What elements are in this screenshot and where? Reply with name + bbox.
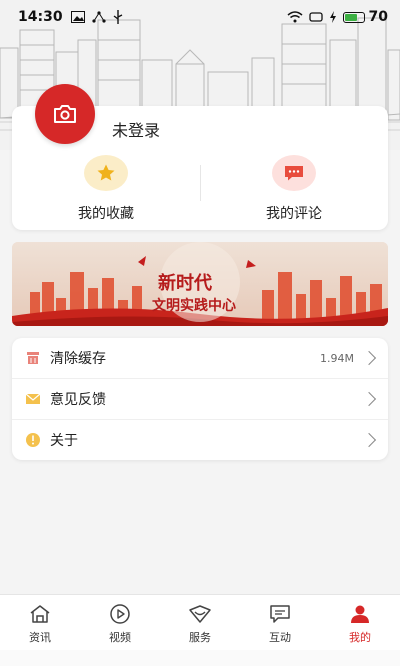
share-icon bbox=[91, 11, 106, 23]
battery-level: 70 bbox=[368, 9, 388, 25]
tab-service-label: 服务 bbox=[189, 630, 211, 644]
home-icon bbox=[28, 603, 52, 625]
broom-icon bbox=[24, 349, 42, 367]
tab-mine[interactable]: 我的 bbox=[320, 595, 400, 650]
my-favorites-label: 我的收藏 bbox=[78, 206, 134, 222]
login-status[interactable]: 未登录 bbox=[112, 117, 160, 141]
star-icon bbox=[97, 164, 115, 181]
image-icon bbox=[70, 11, 85, 23]
screen-icon bbox=[308, 12, 323, 22]
battery-icon bbox=[342, 11, 365, 23]
my-favorites-button[interactable]: 我的收藏 bbox=[21, 155, 191, 223]
camera-icon bbox=[54, 105, 76, 123]
system-navigation-area bbox=[0, 650, 400, 666]
play-icon bbox=[108, 603, 132, 625]
battery-indicator: 70 bbox=[342, 9, 388, 25]
tab-interaction[interactable]: 互动 bbox=[240, 595, 320, 650]
tab-mine-label: 我的 bbox=[349, 630, 371, 644]
feedback-label: 意见反馈 bbox=[50, 391, 106, 408]
avatar-button[interactable] bbox=[35, 84, 95, 144]
envelope-icon bbox=[24, 390, 42, 408]
settings-list: 清除缓存 1.94M 意见反馈 关于 bbox=[12, 338, 388, 460]
tab-interaction-label: 互动 bbox=[269, 630, 291, 644]
chevron-right-icon bbox=[361, 391, 377, 406]
info-icon bbox=[24, 431, 42, 449]
tab-video[interactable]: 视频 bbox=[80, 595, 160, 650]
user-icon bbox=[348, 603, 372, 625]
tab-video-label: 视频 bbox=[109, 630, 131, 644]
chat-icon bbox=[268, 603, 292, 625]
banner-subtitle: 文明实践中心 bbox=[152, 298, 236, 314]
charging-icon bbox=[329, 11, 336, 23]
banner-title: 新时代 bbox=[158, 273, 212, 294]
usb-icon bbox=[113, 10, 122, 24]
status-notification-icons bbox=[70, 10, 123, 24]
status-system-icons: 70 bbox=[287, 9, 388, 25]
tab-news-label: 资讯 bbox=[29, 630, 51, 644]
my-comments-button[interactable]: 我的评论 bbox=[209, 155, 379, 223]
my-comments-label: 我的评论 bbox=[266, 206, 322, 222]
about-row[interactable]: 关于 bbox=[12, 419, 388, 459]
comment-icon-wrapper bbox=[272, 155, 316, 191]
chevron-right-icon bbox=[361, 432, 377, 447]
feedback-row[interactable]: 意见反馈 bbox=[12, 378, 388, 418]
cache-size: 1.94M bbox=[320, 351, 354, 365]
clear-cache-label: 清除缓存 bbox=[50, 351, 106, 367]
chevron-right-icon bbox=[361, 350, 377, 366]
quick-actions-divider bbox=[200, 165, 201, 201]
about-label: 关于 bbox=[50, 432, 78, 449]
tab-news[interactable]: 资讯 bbox=[0, 595, 80, 650]
tab-service[interactable]: 服务 bbox=[160, 595, 240, 650]
comment-icon bbox=[285, 166, 303, 181]
wifi-icon bbox=[287, 11, 303, 23]
star-icon-wrapper bbox=[84, 155, 128, 191]
bottom-tab-bar: 资讯 视频 服务 互动 我的 bbox=[0, 594, 400, 650]
clear-cache-row[interactable]: 清除缓存 1.94M bbox=[12, 338, 388, 378]
heart-icon bbox=[188, 603, 212, 625]
battery-fill bbox=[344, 13, 358, 21]
status-bar: 14:30 70 bbox=[0, 0, 400, 34]
status-time: 14:30 bbox=[18, 9, 63, 25]
